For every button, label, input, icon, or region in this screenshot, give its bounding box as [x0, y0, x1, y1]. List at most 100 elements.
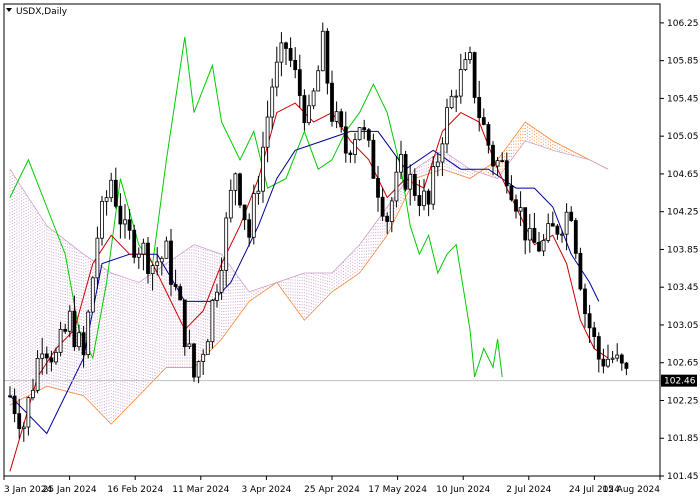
x-tick-label: 16 Feb 2024 — [107, 485, 163, 495]
candle-body — [573, 220, 578, 254]
chart-background — [0, 0, 700, 500]
candle — [251, 184, 256, 245]
candle-body — [77, 332, 81, 348]
candle-body — [403, 154, 408, 190]
candle-body — [353, 139, 357, 155]
y-tick-label: 103.45 — [667, 283, 699, 293]
candle-body — [435, 161, 440, 167]
y-tick-label: 104.25 — [667, 208, 699, 218]
candle-body — [615, 354, 620, 359]
candle-body — [320, 30, 325, 72]
candle — [86, 309, 91, 359]
x-tick-label: 15 Aug 2024 — [602, 485, 660, 495]
candle — [573, 218, 578, 259]
candle-body — [307, 105, 311, 124]
candle-body — [40, 353, 45, 359]
candle — [178, 283, 183, 301]
candle-body — [178, 286, 183, 301]
candle-body — [127, 219, 132, 231]
candle-body — [569, 211, 574, 221]
candle-body — [472, 52, 477, 98]
price-chart[interactable]: 106.25 105.85 105.45 105.05 104.65 104.25 103.… — [0, 0, 700, 500]
candle-body — [67, 310, 72, 332]
candle-body — [371, 139, 376, 179]
candle-body — [44, 353, 49, 359]
candle-body — [417, 195, 422, 207]
candle-body — [477, 97, 482, 119]
candle-body — [325, 30, 330, 84]
candle-body — [596, 336, 601, 360]
candle-body — [159, 257, 164, 263]
candle-body — [196, 361, 201, 378]
candle-body — [624, 362, 629, 369]
candle — [357, 127, 362, 141]
x-tick-label: 11 Mar 2024 — [172, 485, 229, 495]
candle-body — [242, 204, 247, 221]
candle-body — [86, 311, 91, 355]
candle-body — [35, 357, 40, 391]
candle-body — [408, 173, 413, 190]
candle-body — [431, 166, 436, 205]
candle-body — [251, 193, 256, 238]
candle-body — [454, 95, 459, 98]
candle-body — [486, 124, 491, 146]
candle-body — [500, 160, 505, 163]
candle-body — [412, 173, 417, 196]
candle-body — [274, 61, 279, 88]
x-tick-label: 2 Jul 2024 — [506, 485, 551, 495]
candle-body — [449, 95, 454, 109]
candle-body — [256, 190, 261, 194]
y-tick-label: 102.25 — [667, 396, 699, 406]
candle — [90, 276, 95, 313]
candle-body — [366, 129, 371, 141]
candle — [238, 172, 242, 209]
candle-body — [302, 95, 307, 124]
candle-body — [187, 343, 192, 348]
candle-body — [228, 189, 233, 219]
candle-body — [72, 310, 77, 348]
candle-body — [261, 146, 265, 192]
candle-body — [463, 59, 468, 70]
candle-body — [113, 179, 118, 207]
candle-body — [619, 354, 624, 364]
candle-body — [284, 42, 288, 49]
candle-body — [219, 270, 224, 293]
candle-body — [537, 242, 541, 252]
y-tick-label: 103.85 — [667, 245, 699, 255]
candle-body — [26, 397, 31, 428]
candle-body — [164, 240, 169, 259]
y-tick-label: 104.65 — [667, 170, 699, 180]
y-tick-label: 101.45 — [667, 472, 699, 482]
candle-body — [564, 211, 569, 235]
candle-body — [215, 291, 219, 301]
candle-body — [205, 341, 210, 355]
candle-body — [380, 196, 385, 217]
candle-body — [376, 177, 380, 198]
candle-body — [592, 327, 597, 337]
candle-body — [555, 225, 560, 235]
y-tick-label: 105.45 — [667, 94, 699, 104]
candle-body — [270, 86, 275, 118]
candle-body — [201, 353, 206, 362]
candle — [403, 150, 408, 192]
candle-body — [509, 185, 514, 201]
candle-body — [385, 215, 390, 222]
candle-body — [389, 200, 394, 222]
candle-body — [610, 357, 615, 360]
candle-body — [17, 413, 22, 429]
candle-body — [104, 197, 109, 202]
x-tick-label: 25 Apr 2024 — [304, 485, 360, 495]
candle-body — [297, 69, 302, 96]
candle-body — [118, 205, 123, 225]
candle-body — [173, 284, 178, 288]
y-tick-label: 105.85 — [667, 57, 699, 67]
x-tick-label: 17 May 2024 — [368, 485, 427, 495]
y-tick-label: 102.65 — [667, 359, 699, 369]
candle-body — [58, 328, 63, 353]
candle-body — [100, 200, 104, 239]
candle — [192, 343, 196, 382]
candle-body — [440, 143, 445, 163]
candle — [132, 224, 137, 264]
candle-body — [541, 240, 546, 252]
candle-body — [31, 389, 35, 399]
